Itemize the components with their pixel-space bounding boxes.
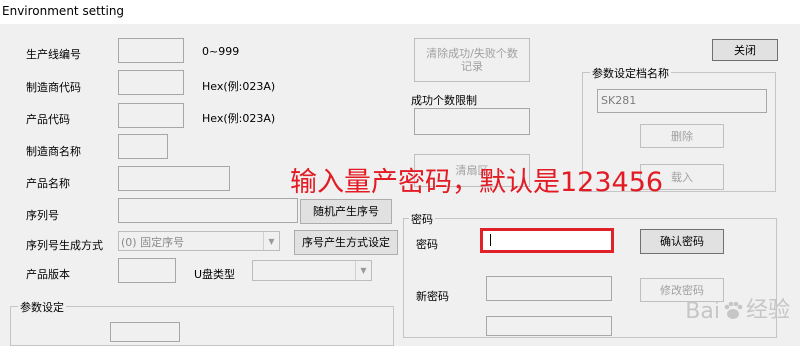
mfr-name-input[interactable]	[118, 134, 168, 159]
line-no-input[interactable]	[118, 38, 184, 63]
watermark: Bai 经验	[685, 292, 790, 324]
serial-mode-value: (0) 固定序号	[121, 236, 185, 249]
clear-count-button[interactable]: 清除成功/失败个数 记录	[414, 38, 530, 82]
product-code-hint: Hex(例:023A)	[202, 112, 276, 125]
mfr-code-hint: Hex(例:023A)	[202, 80, 276, 93]
password-label: 密码	[416, 238, 438, 251]
window-title: Environment setting	[0, 0, 800, 24]
serial-mode-select[interactable]: (0) 固定序号 ▼	[118, 231, 280, 251]
watermark-text-right: 经验	[745, 298, 790, 323]
line-no-label: 生产线编号	[26, 48, 81, 61]
new-password-label: 新密码	[416, 290, 449, 303]
params-group-label: 参数设定	[18, 299, 66, 315]
product-code-label: 产品代码	[26, 113, 70, 126]
line-no-hint: 0~999	[202, 45, 240, 58]
product-code-input[interactable]	[118, 103, 184, 128]
confirm-new-password-input[interactable]	[486, 316, 612, 336]
confirm-password-button[interactable]: 确认密码	[640, 229, 724, 254]
close-button[interactable]: 关闭	[712, 39, 778, 61]
new-password-input[interactable]	[486, 276, 612, 301]
delete-button[interactable]: 删除	[640, 124, 724, 148]
password-input[interactable]	[480, 228, 614, 253]
serial-mode-label: 序列号生成方式	[26, 239, 103, 252]
annotation-text: 输入量产密码，默认是123456	[290, 167, 664, 198]
udisk-type-select[interactable]: ▼	[252, 260, 372, 281]
password-group-label: 密码	[409, 211, 435, 227]
random-serial-button[interactable]: 随机产生序号	[300, 199, 392, 224]
version-label: 产品版本	[26, 268, 70, 281]
watermark-text-left: Bai	[685, 299, 720, 324]
mfr-name-label: 制造商名称	[26, 145, 81, 158]
success-limit-label: 成功个数限制	[411, 94, 477, 107]
product-name-label: 产品名称	[26, 177, 70, 190]
version-input[interactable]	[118, 258, 176, 283]
profile-name-input[interactable]: SK281	[597, 89, 767, 113]
paw-icon	[724, 301, 743, 319]
mfr-code-input[interactable]	[118, 70, 184, 95]
chevron-down-icon: ▼	[263, 232, 279, 250]
product-name-input[interactable]	[118, 166, 230, 191]
params-input[interactable]	[110, 322, 180, 342]
serial-input[interactable]	[118, 198, 298, 223]
chevron-down-icon: ▼	[355, 261, 371, 280]
success-limit-input[interactable]	[414, 108, 530, 135]
mfr-code-label: 制造商代码	[26, 81, 81, 94]
text-caret	[490, 234, 491, 246]
serial-label: 序列号	[26, 209, 59, 222]
serial-mode-setting-button[interactable]: 序号产生方式设定	[294, 230, 398, 255]
udisk-type-label: U盘类型	[194, 268, 236, 281]
profile-group-label: 参数设定档名称	[590, 65, 671, 81]
params-group	[10, 306, 394, 346]
